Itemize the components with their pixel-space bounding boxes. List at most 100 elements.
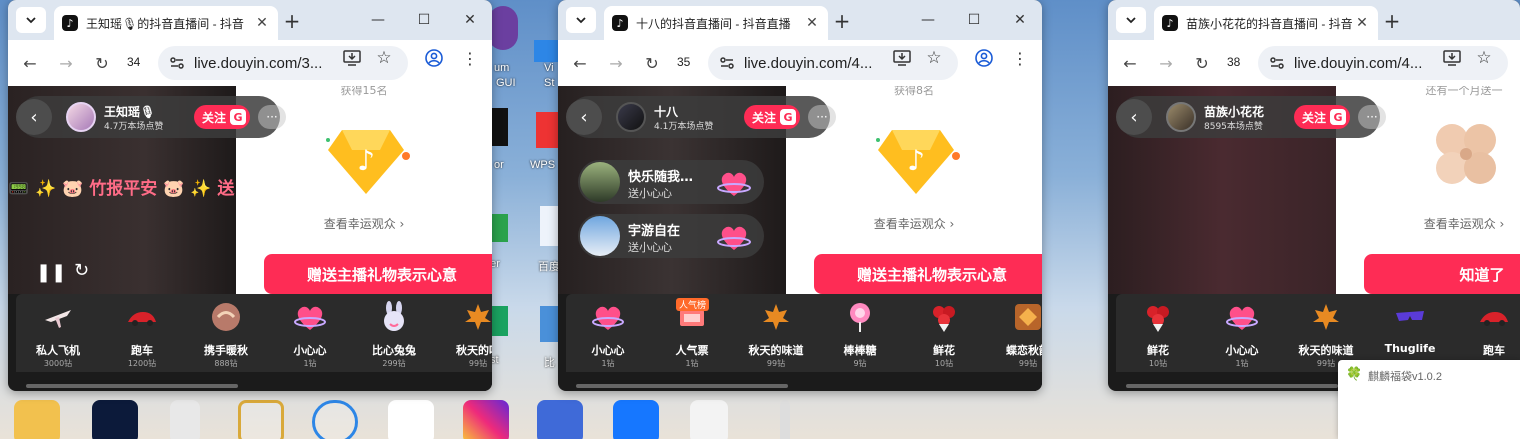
gift-item[interactable]: 携手暖秋 888钻 — [184, 298, 268, 370]
gift-item[interactable]: 小心心 1钻 — [1200, 298, 1284, 370]
minimize-button[interactable]: — — [914, 8, 942, 32]
horizontal-scrollbar[interactable] — [566, 380, 1042, 391]
anchor-avatar[interactable] — [1166, 102, 1196, 132]
forward-button[interactable]: → — [1154, 51, 1178, 75]
gift-cta-button[interactable]: 赠送主播礼物表示心意 — [264, 254, 492, 294]
address-bar[interactable]: live.douyin.com/4... — [1258, 46, 1508, 80]
instagram-icon[interactable] — [463, 400, 509, 439]
jdm-icon[interactable] — [537, 400, 583, 439]
bookmark-star-icon[interactable]: ☆ — [374, 48, 394, 68]
user-avatar[interactable] — [580, 216, 620, 256]
active-tab[interactable]: ♪ 十八的抖音直播间 - 抖音直播 ✕ — [604, 6, 828, 40]
back-arrow-icon[interactable]: ‹ — [16, 99, 52, 135]
address-bar[interactable]: live.douyin.com/3... — [158, 46, 408, 80]
site-info-icon[interactable] — [168, 54, 186, 72]
extension-popup[interactable]: 🍀 麒麟福袋v1.0.2 — [1338, 360, 1520, 439]
back-button[interactable]: ← — [18, 51, 42, 75]
gift-item[interactable]: 比心兔兔 299钻 — [352, 298, 436, 370]
new-tab-button[interactable]: + — [830, 9, 854, 33]
lucky-audience-link[interactable]: 查看幸运观众 › — [236, 215, 492, 232]
gift-item[interactable]: 跑车 1200钻 — [100, 298, 184, 370]
pause-icon[interactable]: ❚❚ — [36, 262, 66, 283]
reload-button[interactable]: ↻ — [1190, 51, 1214, 75]
tab-search-button[interactable] — [1116, 7, 1146, 33]
more-options-button[interactable]: ··· — [808, 105, 836, 129]
scroll-thumb[interactable] — [576, 384, 788, 388]
new-tab-button[interactable]: + — [280, 9, 304, 33]
scroll-thumb[interactable] — [26, 384, 238, 388]
lucky-audience-link[interactable]: 查看幸运观众 › — [786, 215, 1042, 232]
gift-item[interactable]: 小心心 1钻 — [268, 298, 352, 370]
search-app-icon[interactable] — [312, 400, 358, 439]
tab-search-button[interactable] — [566, 7, 596, 33]
gift-item[interactable]: 蝶恋秋韵 99钻 — [986, 298, 1042, 370]
reload-button[interactable]: ↻ — [90, 51, 114, 75]
alipay-icon[interactable] — [613, 400, 659, 439]
maximize-button[interactable]: ☐ — [960, 8, 988, 32]
follow-button[interactable]: 关注 G — [1294, 105, 1350, 129]
install-app-icon[interactable] — [892, 48, 912, 68]
gift-item[interactable]: 小心心 1钻 — [566, 298, 650, 370]
profile-icon[interactable] — [974, 48, 994, 68]
horizontal-scrollbar[interactable] — [16, 380, 492, 391]
desktop-app-blue-icon[interactable] — [534, 40, 558, 62]
back-button[interactable]: ← — [568, 51, 592, 75]
forward-button[interactable]: → — [54, 51, 78, 75]
gift-item[interactable]: 鲜花 10钻 — [902, 298, 986, 370]
reload-button[interactable]: ↻ — [640, 51, 664, 75]
back-button[interactable]: ← — [1118, 51, 1142, 75]
more-options-button[interactable]: ··· — [258, 105, 286, 129]
app-gold-icon[interactable] — [238, 400, 284, 439]
back-arrow-icon[interactable]: ‹ — [1116, 99, 1152, 135]
got-it-button[interactable]: 知道了 — [1364, 254, 1520, 294]
window-close-button[interactable]: ✕ — [456, 8, 484, 32]
desktop-app-purple-icon[interactable] — [488, 6, 518, 50]
gift-item[interactable]: 人气榜 人气票 1钻 — [650, 298, 734, 370]
follow-button[interactable]: 关注 G — [744, 105, 800, 129]
window-close-button[interactable]: ✕ — [1006, 8, 1034, 32]
play-app-icon[interactable] — [388, 400, 434, 439]
small-doc-icon[interactable] — [780, 400, 790, 439]
follow-button[interactable]: 关注 G — [194, 105, 250, 129]
folder-icon[interactable] — [14, 400, 60, 439]
maximize-button[interactable]: ☐ — [410, 8, 438, 32]
gift-item[interactable]: 秋天的味道 99钻 — [734, 298, 818, 370]
bookmark-star-icon[interactable]: ☆ — [1474, 48, 1494, 68]
refresh-icon[interactable]: ↻ — [74, 260, 89, 281]
browser-menu-icon[interactable]: ⋮ — [1010, 48, 1030, 68]
install-app-icon[interactable] — [342, 48, 362, 68]
install-app-icon[interactable] — [1442, 48, 1462, 68]
desktop-app-window-icon[interactable] — [540, 306, 560, 342]
forward-button[interactable]: → — [604, 51, 628, 75]
site-info-icon[interactable] — [1268, 54, 1286, 72]
minimize-button[interactable]: — — [364, 8, 392, 32]
close-icon[interactable]: ✕ — [804, 15, 820, 31]
anchor-avatar[interactable] — [616, 102, 646, 132]
address-bar[interactable]: live.douyin.com/4... — [708, 46, 958, 80]
anchor-avatar[interactable] — [66, 102, 96, 132]
document-icon[interactable] — [170, 400, 200, 439]
close-icon[interactable]: ✕ — [1354, 15, 1370, 31]
lucky-audience-link[interactable]: 查看幸运观众 › — [1336, 215, 1520, 232]
gift-cta-button[interactable]: 赠送主播礼物表示心意 — [814, 254, 1042, 294]
more-options-button[interactable]: ··· — [1358, 105, 1386, 129]
bookmark-star-icon[interactable]: ☆ — [924, 48, 944, 68]
photoshop-icon[interactable] — [92, 400, 138, 439]
browser-menu-icon[interactable]: ⋮ — [460, 48, 480, 68]
baidu-icon[interactable] — [540, 206, 560, 246]
site-info-icon[interactable] — [718, 54, 736, 72]
profile-icon[interactable] — [424, 48, 444, 68]
gift-item[interactable]: 棒棒糖 9钻 — [818, 298, 902, 370]
tab-search-button[interactable] — [16, 7, 46, 33]
active-tab[interactable]: ♪ 苗族小花花的抖音直播间 - 抖音 ✕ — [1154, 6, 1378, 40]
gift-item[interactable]: 秋天的味 99钻 — [436, 298, 492, 370]
active-tab[interactable]: ♪ 王知瑶🎙的抖音直播间 - 抖音 ✕ — [54, 6, 278, 40]
wps-icon[interactable] — [536, 112, 560, 148]
new-tab-button[interactable]: + — [1380, 9, 1404, 33]
gift-item[interactable]: 鲜花 10钻 — [1116, 298, 1200, 370]
user-avatar[interactable] — [580, 162, 620, 202]
back-arrow-icon[interactable]: ‹ — [566, 99, 602, 135]
scroll-thumb[interactable] — [1126, 384, 1338, 388]
spreadsheet-icon[interactable] — [690, 400, 728, 439]
close-icon[interactable]: ✕ — [254, 15, 270, 31]
